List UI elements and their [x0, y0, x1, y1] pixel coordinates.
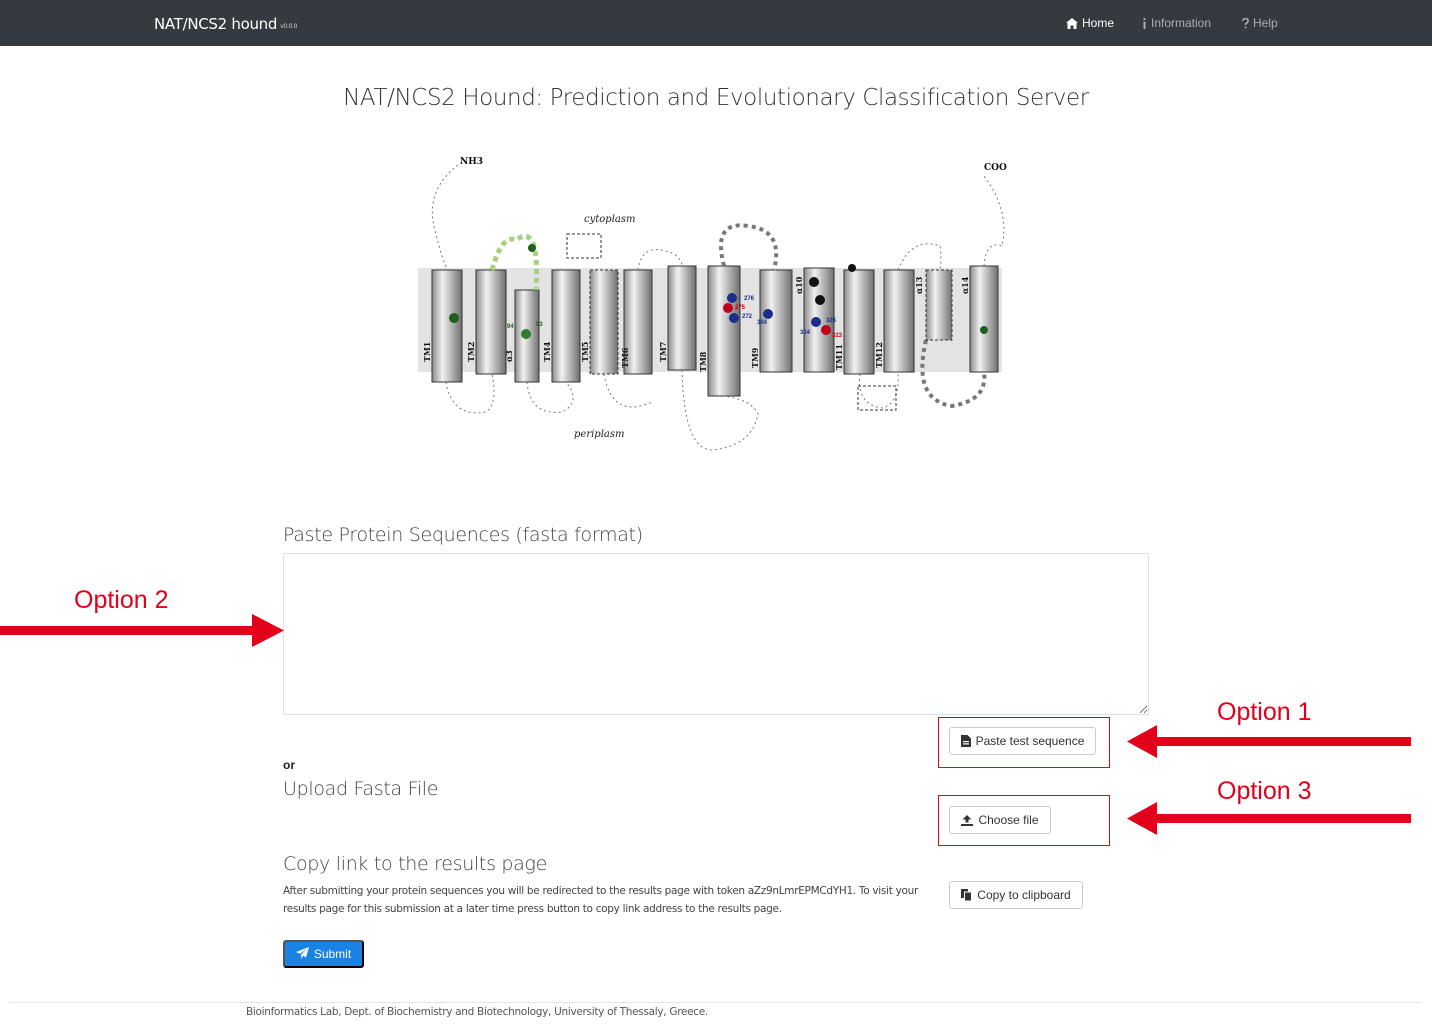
residue-green	[528, 244, 536, 252]
segment-label: α13	[914, 276, 924, 294]
submit-label: Submit	[313, 947, 352, 961]
paste-test-sequence-label: Paste test sequence	[975, 734, 1085, 748]
c-term-label: COO	[984, 163, 1007, 173]
loop-7	[719, 223, 779, 271]
or-separator: or	[283, 758, 295, 772]
choose-file-button[interactable]: Choose file	[949, 806, 1051, 834]
residue-green	[521, 329, 531, 339]
helix-tm1	[431, 269, 463, 383]
option2-annotation: Option 2	[74, 586, 169, 614]
residue-black	[848, 264, 856, 272]
footer-text: Bioinformatics Lab, Dept. of Biochemistr…	[246, 1006, 708, 1018]
copy-link-label: Copy link to the results page	[283, 853, 547, 875]
residue-green	[980, 326, 988, 334]
option1-annotation: Option 1	[1217, 698, 1312, 726]
nav-home[interactable]: Home	[1066, 16, 1114, 30]
helix-tm12	[883, 269, 915, 373]
loop-4	[603, 373, 653, 408]
submit-button[interactable]: Submit	[283, 940, 364, 968]
segment-label: TM1	[422, 342, 432, 362]
nav-home-label: Home	[1082, 16, 1115, 30]
helix-tm11	[843, 269, 875, 375]
info-icon	[1142, 17, 1147, 29]
copy-link-description: After submitting your protein sequences …	[283, 885, 918, 915]
residue-number: 93	[536, 322, 543, 328]
helix-a14	[969, 265, 999, 373]
brand[interactable]: NAT/NCS2 hound v0.0.0	[154, 15, 297, 33]
periplasm-label: periplasm	[574, 429, 624, 440]
segment-label: α3	[504, 350, 514, 362]
segment-label: TM11	[834, 344, 844, 370]
helix-tm8	[707, 265, 741, 397]
loop-3	[526, 381, 574, 413]
nav-help[interactable]: Help	[1242, 16, 1278, 30]
dashed-box-cyto	[566, 233, 602, 259]
residue-black	[809, 277, 819, 287]
residue-blue	[811, 317, 821, 327]
copy-to-clipboard-button[interactable]: Copy to clipboard	[949, 881, 1083, 909]
helix-tm7	[667, 265, 697, 371]
segment-label: TM5	[580, 342, 590, 362]
residue-number: 323	[832, 333, 843, 339]
helix-tm5	[589, 269, 619, 375]
clipboard-icon	[961, 889, 973, 901]
option3-arrow	[1127, 802, 1411, 835]
page-title: NAT/NCS2 Hound: Prediction and Evolution…	[343, 85, 1089, 111]
residue-blue	[763, 309, 773, 319]
segment-label: TM8	[698, 351, 708, 372]
residue-blue	[729, 313, 739, 323]
paste-test-sequence-button[interactable]: Paste test sequence	[949, 727, 1096, 755]
cytoplasm-label: cytoplasm	[584, 214, 635, 225]
paste-sequences-label: Paste Protein Sequences (fasta format)	[283, 524, 643, 546]
residue-black	[815, 295, 825, 305]
brand-name[interactable]: NAT/NCS2 hound	[154, 15, 277, 33]
footer-divider	[10, 1002, 1421, 1003]
segment-label: TM6	[620, 347, 630, 368]
nav-information[interactable]: Information	[1142, 16, 1211, 30]
copy-to-clipboard-label: Copy to clipboard	[977, 888, 1071, 902]
nav-information-label: Information	[1151, 16, 1212, 30]
upload-icon	[961, 814, 974, 826]
segment-label: TM2	[466, 342, 476, 362]
option2-arrow	[0, 614, 284, 647]
helix-tm4	[551, 269, 581, 383]
nav-help-label: Help	[1253, 16, 1278, 30]
loop-9	[897, 243, 942, 271]
paper-plane-icon	[295, 946, 309, 962]
question-icon	[1242, 17, 1249, 29]
top-navbar: NAT/NCS2 hound v0.0.0 Home Information He…	[0, 0, 1432, 46]
brand-version: v0.0.0	[280, 23, 298, 30]
residue-number: 276	[744, 296, 755, 302]
upload-fasta-label: Upload Fasta File	[283, 778, 439, 800]
residue-red	[723, 303, 733, 313]
segment-label: α14	[960, 276, 970, 294]
residue-number: 324	[800, 330, 811, 336]
segment-label: α10	[794, 276, 804, 294]
residue-green	[449, 313, 459, 323]
loop-n-term	[431, 161, 463, 271]
n-term-label: NH3	[460, 157, 483, 167]
loop-c-term	[983, 175, 1005, 267]
segment-label: TM12	[874, 342, 884, 368]
segment-label: TM7	[658, 342, 668, 362]
helix-tm2	[475, 269, 507, 375]
paste-file-icon	[960, 735, 971, 747]
choose-file-label: Choose file	[978, 813, 1039, 827]
residue-blue	[727, 293, 737, 303]
helix-a13	[925, 269, 953, 341]
residue-number: 275	[735, 305, 746, 311]
segment-label: TM4	[542, 341, 552, 362]
residue-number: 325	[826, 318, 837, 324]
topology-diagram: NH3 COO cytoplasm periplasm TM1 TM2 α3 T…	[418, 157, 1007, 451]
option1-arrow	[1127, 725, 1411, 758]
residue-number: 304	[757, 320, 768, 326]
sequence-textarea[interactable]	[283, 553, 1149, 715]
loop-8	[858, 371, 899, 409]
residue-number: 94	[507, 324, 514, 330]
residue-red	[821, 325, 831, 335]
home-icon	[1066, 17, 1078, 29]
segment-label: TM9	[750, 347, 760, 368]
residue-number: 272	[742, 314, 753, 320]
